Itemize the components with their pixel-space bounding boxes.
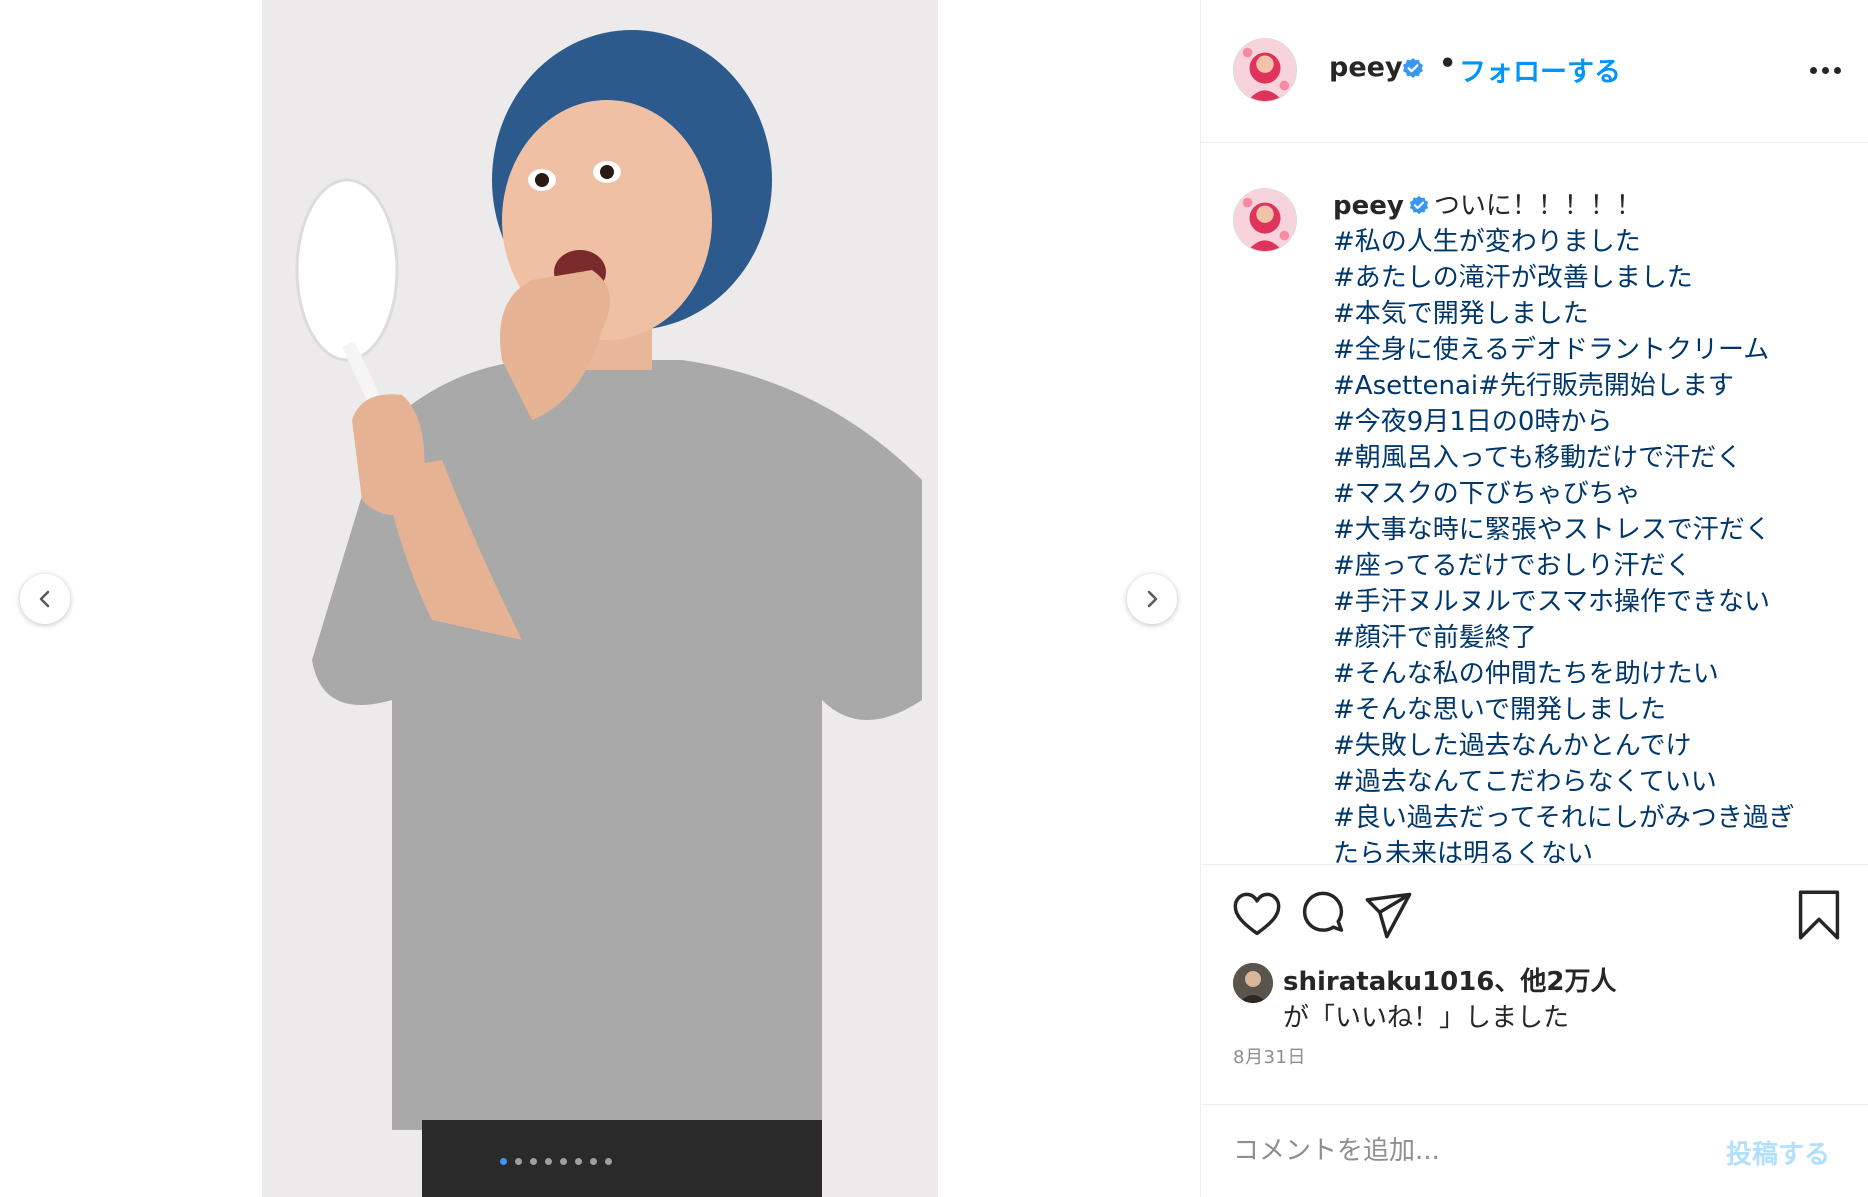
- heart-icon[interactable]: [1231, 889, 1283, 941]
- hashtag-line[interactable]: #座ってるだけでおしり汗だく: [1333, 548, 1853, 584]
- more-dot: [1833, 66, 1841, 74]
- caption-text: peey ついに！！！！！ #私の人生が変わりました #あたしの滝汗が改善しました…: [1333, 188, 1853, 863]
- hashtag-line[interactable]: #全身に使えるデオドラントクリーム: [1333, 332, 1853, 368]
- avatar-image: [1234, 39, 1296, 101]
- likes-count[interactable]: shirataku1016、他2万人: [1283, 961, 1617, 998]
- carousel-prev-button[interactable]: [20, 574, 70, 624]
- comment-input[interactable]: [1233, 1129, 1673, 1173]
- carousel-dot: [530, 1158, 537, 1165]
- hashtag-line[interactable]: #良い過去だってそれにしがみつき過ぎ: [1333, 800, 1853, 836]
- comment-icon[interactable]: [1297, 889, 1349, 941]
- carousel-dot: [515, 1158, 522, 1165]
- caption-first-line: peey ついに！！！！！: [1333, 188, 1853, 224]
- post-photo-illustration: [262, 0, 938, 1197]
- caption-username[interactable]: peey: [1333, 191, 1404, 221]
- comment-box: 投稿する: [1201, 1104, 1868, 1197]
- more-options-button[interactable]: [1805, 56, 1845, 84]
- carousel-dot: [605, 1158, 612, 1165]
- likes-summary: shirataku1016、他2万人 が「いいね！」しました: [1233, 957, 1853, 1037]
- hashtag-line[interactable]: #あたしの滝汗が改善しました: [1333, 260, 1853, 296]
- more-dot: [1821, 66, 1829, 74]
- carousel-indicator: [500, 1158, 612, 1165]
- carousel-next-button[interactable]: [1127, 574, 1177, 624]
- post-photo[interactable]: [262, 0, 938, 1197]
- avatar-image: [1233, 963, 1273, 1003]
- post-details-panel: peey • フォローする peey ついに！！！！！ #私の人生が変わりました…: [1200, 0, 1868, 1197]
- post-header: peey • フォローする: [1201, 0, 1868, 143]
- hashtag-line[interactable]: #そんな思いで開発しました: [1333, 692, 1853, 728]
- carousel-dot: [575, 1158, 582, 1165]
- share-icon[interactable]: [1363, 889, 1415, 941]
- hashtag-line[interactable]: #私の人生が変わりました: [1333, 224, 1853, 260]
- hashtag-line[interactable]: #失敗した過去なんかとんでけ: [1333, 728, 1853, 764]
- post-date[interactable]: 8月31日: [1233, 1043, 1306, 1069]
- hashtag-line[interactable]: #そんな私の仲間たちを助けたい: [1333, 656, 1853, 692]
- caption-author-avatar[interactable]: [1233, 188, 1297, 252]
- author-avatar[interactable]: [1233, 38, 1297, 102]
- action-section: shirataku1016、他2万人 が「いいね！」しました 8月31日 投稿す…: [1201, 864, 1868, 1197]
- carousel-dot: [560, 1158, 567, 1165]
- hashtag-line[interactable]: #今夜9月1日の0時から: [1333, 404, 1853, 440]
- hashtag-line[interactable]: #大事な時に緊張やストレスで汗だく: [1333, 512, 1853, 548]
- verified-badge-icon: [1409, 195, 1428, 215]
- verified-badge-icon: [1403, 58, 1423, 78]
- hashtag-line[interactable]: #Asettenai#先行販売開始します: [1333, 368, 1853, 404]
- liker-avatar[interactable]: [1233, 963, 1273, 1003]
- hashtag-line[interactable]: #マスクの下びちゃびちゃ: [1333, 476, 1853, 512]
- carousel-dot: [500, 1158, 507, 1165]
- hashtag-line[interactable]: #朝風呂入っても移動だけで汗だく: [1333, 440, 1853, 476]
- carousel-dot: [545, 1158, 552, 1165]
- more-dot: [1809, 66, 1817, 74]
- hashtag-line[interactable]: たら未来は明るくない: [1333, 836, 1853, 863]
- likes-suffix: が「いいね！」しました: [1283, 1003, 1570, 1033]
- media-area: [0, 0, 1200, 1197]
- avatar-image: [1234, 189, 1296, 251]
- chevron-left-icon: [39, 590, 50, 608]
- post-comment-button[interactable]: 投稿する: [1726, 1134, 1830, 1171]
- caption-intro: ついに！！！！！: [1433, 191, 1642, 221]
- header-separator: •: [1439, 48, 1457, 79]
- bookmark-icon[interactable]: [1793, 889, 1845, 941]
- hashtag-line[interactable]: #本気で開発しました: [1333, 296, 1853, 332]
- hashtag-line[interactable]: #過去なんてこだわらなくていい: [1333, 764, 1853, 800]
- follow-button[interactable]: フォローする: [1459, 50, 1621, 89]
- hashtag-line[interactable]: #手汗ヌルヌルでスマホ操作できない: [1333, 584, 1853, 620]
- carousel-dot: [590, 1158, 597, 1165]
- chevron-right-icon: [1147, 590, 1158, 608]
- hashtag-list: #私の人生が変わりました #あたしの滝汗が改善しました #本気で開発しました #全身に…: [1333, 224, 1853, 863]
- author-username[interactable]: peey: [1329, 52, 1403, 83]
- hashtag-line[interactable]: #顔汗で前髪終了: [1333, 620, 1853, 656]
- caption-area: peey ついに！！！！！ #私の人生が変わりました #あたしの滝汗が改善しました…: [1201, 144, 1868, 863]
